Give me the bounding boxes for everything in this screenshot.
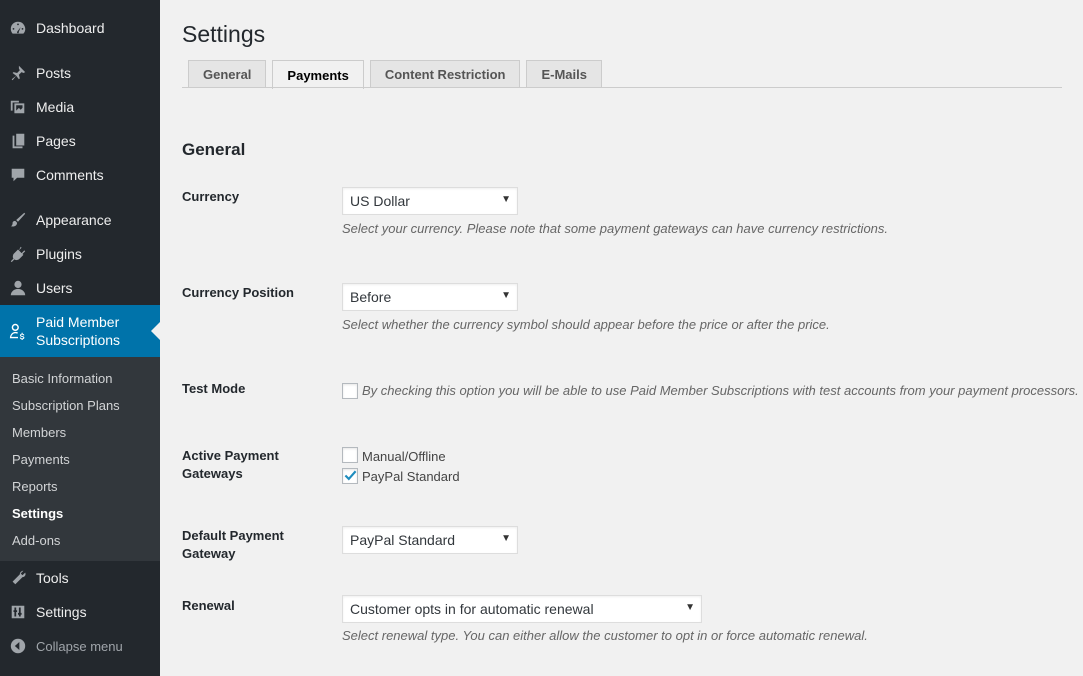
section-title: General bbox=[182, 140, 246, 159]
settings-content: Settings General Payments Content Restri… bbox=[182, 0, 1079, 676]
manual-offline-label[interactable]: Manual/Offline bbox=[362, 449, 446, 464]
submenu-item-payments[interactable]: Payments bbox=[12, 452, 70, 467]
sidebar-item-users[interactable]: Users bbox=[0, 271, 160, 305]
sidebar-item-pages[interactable]: Pages bbox=[0, 124, 160, 158]
sidebar-item-label: Plugins bbox=[36, 246, 82, 262]
sidebar-item-tools[interactable]: Tools bbox=[0, 561, 160, 595]
dashboard-icon bbox=[0, 19, 36, 37]
submenu-item-settings[interactable]: Settings bbox=[12, 506, 63, 521]
renewal-select-value: Customer opts in for automatic renewal bbox=[350, 601, 594, 617]
sidebar-item-comments[interactable]: Comments bbox=[0, 158, 160, 192]
currency-label: Currency bbox=[182, 189, 240, 204]
pin-icon bbox=[0, 64, 36, 82]
chevron-down-icon: ▼ bbox=[501, 533, 511, 544]
currency-position-select[interactable]: Before ▼ bbox=[342, 283, 518, 311]
submenu-item-reports[interactable]: Reports bbox=[12, 479, 58, 494]
sidebar-submenu: Basic Information Subscription Plans Mem… bbox=[0, 357, 160, 561]
currency-select-value: US Dollar bbox=[350, 193, 410, 209]
sidebar-item-label: Posts bbox=[36, 65, 72, 81]
currency-position-select-value: Before bbox=[350, 289, 392, 305]
active-gateways-label: Active Payment Gateways bbox=[182, 448, 279, 481]
tab-e-mails[interactable]: E-Mails bbox=[526, 60, 602, 88]
sidebar-item-label: Users bbox=[36, 280, 73, 296]
sidebar-item-label: Pages bbox=[36, 133, 76, 149]
chevron-down-icon: ▼ bbox=[501, 290, 511, 301]
currency-position-label: Currency Position bbox=[182, 285, 294, 300]
settings-tabs: General Payments Content Restriction E-M… bbox=[188, 60, 608, 89]
currency-position-description: Select whether the currency symbol shoul… bbox=[342, 317, 830, 332]
brush-icon bbox=[0, 211, 36, 229]
currency-description: Select your currency. Please note that s… bbox=[342, 221, 889, 236]
pages-icon bbox=[0, 132, 36, 150]
renewal-label: Renewal bbox=[182, 598, 235, 613]
sidebar-item-label: Media bbox=[36, 99, 75, 115]
wrench-icon bbox=[0, 569, 36, 587]
sidebar-item-dashboard[interactable]: Dashboard bbox=[0, 11, 160, 45]
sidebar-item-label: Appearance bbox=[36, 212, 112, 228]
sidebar-item-media[interactable]: Media bbox=[0, 90, 160, 124]
collapse-menu-button[interactable]: Collapse menu bbox=[0, 629, 160, 663]
sidebar-item-appearance[interactable]: Appearance bbox=[0, 203, 160, 237]
sidebar-item-posts[interactable]: Posts bbox=[0, 56, 160, 90]
currency-select[interactable]: US Dollar ▼ bbox=[342, 187, 518, 215]
page-title: Settings bbox=[182, 21, 266, 47]
default-gateway-select-value: PayPal Standard bbox=[350, 532, 456, 548]
sidebar-item-settings[interactable]: Settings bbox=[0, 595, 160, 629]
sidebar-item-plugins[interactable]: Plugins bbox=[0, 237, 160, 271]
test-mode-checkbox[interactable] bbox=[342, 383, 358, 399]
default-gateway-label: Default Payment Gateway bbox=[182, 528, 284, 561]
user-icon bbox=[0, 279, 36, 297]
sliders-icon bbox=[0, 603, 36, 621]
submenu-item-subscription-plans[interactable]: Subscription Plans bbox=[12, 398, 120, 413]
submenu-item-basic-information[interactable]: Basic Information bbox=[12, 371, 112, 386]
paypal-standard-label[interactable]: PayPal Standard bbox=[362, 469, 460, 484]
plugin-icon bbox=[0, 245, 36, 263]
renewal-select[interactable]: Customer opts in for automatic renewal ▼ bbox=[342, 595, 702, 623]
test-mode-label: Test Mode bbox=[182, 381, 246, 396]
sidebar-item-label: Collapse menu bbox=[36, 638, 123, 654]
manual-offline-checkbox[interactable] bbox=[342, 447, 358, 463]
media-icon bbox=[0, 98, 36, 116]
sidebar-item-label: Tools bbox=[36, 570, 69, 586]
default-gateway-select[interactable]: PayPal Standard ▼ bbox=[342, 526, 518, 554]
collapse-arrow-icon bbox=[0, 637, 36, 655]
tab-content-restriction[interactable]: Content Restriction bbox=[369, 60, 521, 88]
sidebar-item-label: Settings bbox=[36, 604, 87, 620]
sidebar-item-label: Dashboard bbox=[36, 20, 105, 36]
admin-sidebar: Dashboard Posts Media Pages Comments App… bbox=[0, 0, 160, 676]
sidebar-item-label: Comments bbox=[36, 167, 104, 183]
renewal-description: Select renewal type. You can either allo… bbox=[342, 628, 868, 643]
paypal-standard-checkbox[interactable] bbox=[342, 468, 358, 484]
tab-general[interactable]: General bbox=[188, 60, 267, 88]
chevron-down-icon: ▼ bbox=[685, 602, 695, 613]
submenu-item-add-ons[interactable]: Add-ons bbox=[12, 533, 60, 548]
tabs-divider bbox=[182, 87, 1062, 88]
checkmark-icon bbox=[344, 470, 357, 481]
member-subscription-icon bbox=[0, 322, 36, 340]
tab-payments[interactable]: Payments bbox=[272, 60, 364, 89]
test-mode-description: By checking this option you will be able… bbox=[362, 383, 1079, 398]
sidebar-item-label: Paid Member Subscriptions bbox=[36, 314, 121, 348]
submenu-item-members[interactable]: Members bbox=[12, 425, 66, 440]
sidebar-item-paid-member-subscriptions[interactable]: Paid Member Subscriptions bbox=[0, 305, 160, 357]
chevron-down-icon: ▼ bbox=[501, 194, 511, 205]
comment-icon bbox=[0, 166, 36, 184]
